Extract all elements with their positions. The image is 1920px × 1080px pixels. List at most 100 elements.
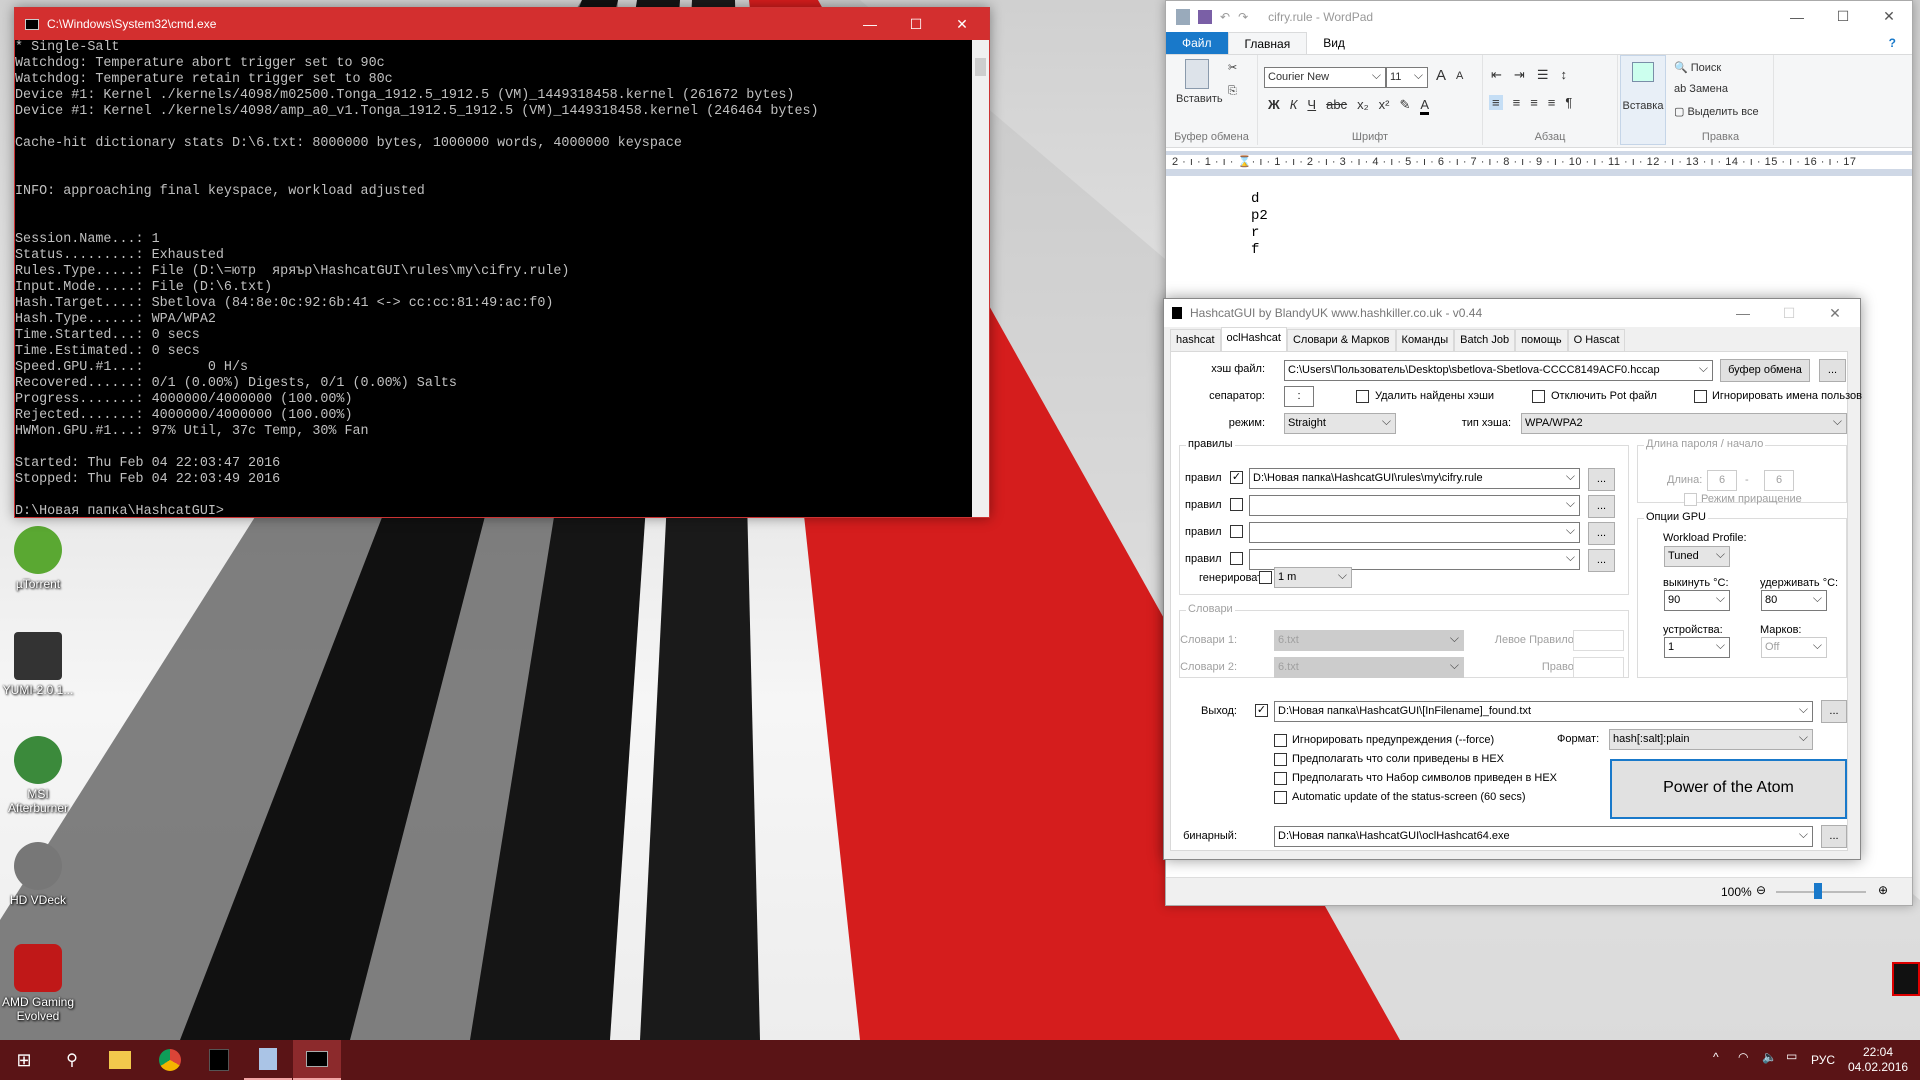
rule-checkbox[interactable]: ✓ [1230, 471, 1243, 484]
align-center-icon[interactable]: ≡ [1513, 95, 1521, 110]
desktop-icon-yumi[interactable]: YUMI-2.0.1... [0, 632, 78, 697]
workload-select[interactable]: Tuned [1664, 546, 1730, 567]
chevron-up-icon[interactable]: ^ [1713, 1050, 1719, 1064]
taskbar-wordpad[interactable] [244, 1040, 292, 1080]
line-spacing-icon[interactable]: ↕ [1560, 67, 1567, 83]
rule-file-select[interactable]: D:\Новая папка\HashcatGUI\rules\my\cifry… [1249, 468, 1580, 489]
clipboard-button[interactable]: буфер обмена [1720, 359, 1810, 382]
tab-hashcat[interactable]: hashcat [1170, 329, 1221, 351]
language-indicator[interactable]: РУС [1811, 1053, 1835, 1067]
hash-type-select[interactable]: WPA/WPA2 [1521, 413, 1847, 434]
desktop-icon-utorrent[interactable]: µTorrent [0, 526, 78, 591]
superscript-icon[interactable]: x² [1379, 97, 1390, 115]
taskbar-chrome[interactable] [146, 1040, 194, 1080]
help-icon[interactable]: ? [1873, 32, 1912, 54]
save-icon[interactable] [1198, 9, 1212, 24]
remove-found-checkbox[interactable] [1356, 390, 1369, 403]
align-left-icon[interactable]: ≡ [1489, 95, 1503, 110]
cut-icon[interactable]: ✂ [1228, 61, 1237, 74]
browse-rule-button[interactable]: ... [1588, 495, 1615, 518]
tab-view[interactable]: Вид [1307, 32, 1361, 54]
tab-словари-марков[interactable]: Словари & Марков [1286, 329, 1396, 351]
rule-checkbox[interactable] [1230, 525, 1243, 538]
cmd-titlebar[interactable]: C:\Windows\System32\cmd.exe [15, 8, 989, 40]
power-of-the-atom-button[interactable]: Power of the Atom [1610, 759, 1847, 819]
tab-file[interactable]: Файл [1166, 32, 1228, 54]
notifications-icon[interactable]: ▭ [1786, 1049, 1797, 1063]
highlight-icon[interactable]: ✎ [1399, 97, 1410, 115]
scrollbar-thumb[interactable] [975, 58, 986, 76]
abort-temp-select[interactable]: 90 [1664, 590, 1730, 611]
shrink-font-icon[interactable]: A [1456, 70, 1463, 82]
browse-rule-button[interactable]: ... [1588, 522, 1615, 545]
strikethrough-icon[interactable]: abc [1326, 97, 1347, 115]
select-all-button[interactable]: ▢ Выделить все [1674, 105, 1759, 118]
option-checkbox[interactable] [1274, 772, 1287, 785]
zoom-in-icon[interactable]: ⊕ [1878, 883, 1888, 897]
generate-checkbox[interactable] [1259, 571, 1272, 584]
copy-icon[interactable]: ⎘ [1228, 85, 1237, 98]
rule-checkbox[interactable] [1230, 552, 1243, 565]
tab-oclhashcat[interactable]: oclHashcat [1220, 327, 1287, 351]
grow-font-icon[interactable]: A [1436, 67, 1446, 84]
close-button[interactable]: ✕ [1866, 1, 1912, 32]
network-icon[interactable]: ◠ [1738, 1050, 1748, 1064]
minimize-button[interactable]: — [1720, 299, 1766, 327]
option-checkbox[interactable] [1274, 753, 1287, 766]
close-button[interactable]: ✕ [939, 8, 985, 40]
bullets-icon[interactable]: ☰ [1537, 67, 1549, 83]
hash-file-select[interactable]: C:\Users\Пользователь\Desktop\sbetlova-S… [1284, 360, 1713, 381]
paragraph-icon[interactable]: ¶ [1565, 95, 1572, 110]
font-color-icon[interactable]: A [1420, 97, 1430, 115]
rule-file-select[interactable] [1249, 495, 1580, 516]
output-select[interactable]: D:\Новая папка\HashcatGUI\[InFilename]_f… [1274, 701, 1813, 722]
desktop-icon-hd-vdeck[interactable]: HD VDeck [0, 842, 78, 907]
browse-output-button[interactable]: ... [1821, 700, 1847, 723]
italic-icon[interactable]: К [1290, 97, 1298, 115]
minimize-button[interactable]: — [847, 8, 893, 40]
ignore-usernames-checkbox[interactable] [1694, 390, 1707, 403]
separator-input[interactable]: : [1284, 386, 1314, 407]
increase-indent-icon[interactable]: ⇥ [1514, 67, 1525, 83]
app-widget-icon[interactable] [1892, 962, 1920, 996]
replace-button[interactable]: ab Замена [1674, 83, 1728, 95]
bold-icon[interactable]: Ж [1268, 97, 1280, 115]
taskbar-cmd[interactable] [293, 1040, 341, 1080]
zoom-slider[interactable] [1776, 883, 1866, 899]
font-family-select[interactable]: Courier New [1264, 67, 1386, 88]
tab-помощь[interactable]: помощь [1515, 329, 1568, 351]
tab-batch-job[interactable]: Batch Job [1454, 329, 1516, 351]
tab-о-hascat[interactable]: О Hascat [1567, 329, 1626, 351]
insert-button[interactable]: Вставка [1620, 55, 1666, 145]
document-text[interactable]: d p2 r f [1251, 191, 1268, 259]
binary-select[interactable]: D:\Новая папка\HashcatGUI\oclHashcat64.e… [1274, 826, 1813, 847]
desktop-icon-msi-afterburner[interactable]: MSI Afterburner [0, 736, 78, 815]
browse-rule-button[interactable]: ... [1588, 468, 1615, 491]
format-select[interactable]: hash[:salt]:plain [1609, 729, 1813, 750]
taskbar-explorer[interactable] [96, 1040, 144, 1080]
close-button[interactable]: ✕ [1812, 299, 1858, 327]
redo-icon[interactable]: ↷ [1238, 10, 1248, 24]
scrollbar[interactable] [972, 40, 989, 517]
ruler[interactable]: 2 · ı · 1 · ı · ⌛· ı · 1 · ı · 2 · ı · 3… [1166, 151, 1912, 176]
option-checkbox[interactable] [1274, 791, 1287, 804]
console-output[interactable]: * Single-Salt Watchdog: Temperature abort… [15, 40, 972, 517]
taskbar-hashcatgui[interactable] [195, 1040, 243, 1080]
maximize-button[interactable]: ☐ [1820, 1, 1866, 32]
maximize-button[interactable]: ☐ [893, 8, 939, 40]
paste-button[interactable]: Вставить [1176, 59, 1223, 105]
search-button[interactable]: ⚲ [48, 1040, 96, 1080]
start-button[interactable]: ⊞ [0, 1040, 48, 1080]
output-checkbox[interactable]: ✓ [1255, 704, 1268, 717]
rule-file-select[interactable] [1249, 522, 1580, 543]
tab-home[interactable]: Главная [1227, 32, 1308, 54]
undo-icon[interactable]: ↶ [1220, 10, 1230, 24]
browse-hash-button[interactable]: ... [1819, 359, 1846, 382]
browse-binary-button[interactable]: ... [1821, 825, 1847, 848]
font-size-select[interactable]: 11 [1386, 67, 1428, 88]
clock[interactable]: 22:04 04.02.2016 [1848, 1045, 1908, 1075]
retain-temp-select[interactable]: 80 [1761, 590, 1827, 611]
minimize-button[interactable]: — [1774, 1, 1820, 32]
zoom-out-icon[interactable]: ⊖ [1756, 883, 1766, 897]
decrease-indent-icon[interactable]: ⇤ [1491, 67, 1502, 83]
